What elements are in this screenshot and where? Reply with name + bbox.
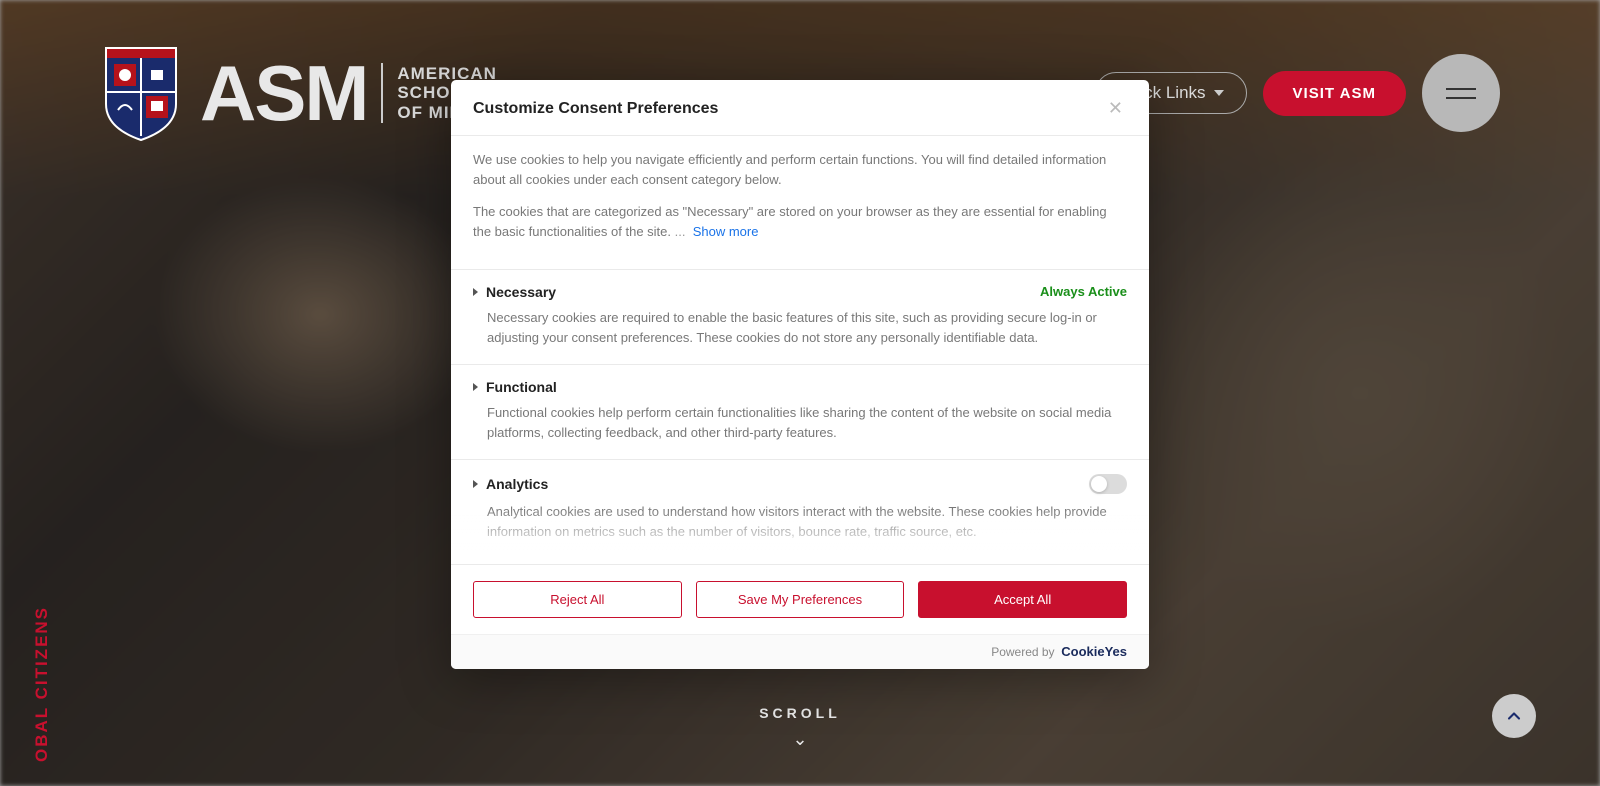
category-toggle-header[interactable]: Analytics bbox=[473, 476, 548, 492]
consent-modal: Customize Consent Preferences ✕ We use c… bbox=[451, 80, 1149, 669]
accept-all-button[interactable]: Accept All bbox=[918, 581, 1127, 618]
modal-header: Customize Consent Preferences ✕ bbox=[451, 80, 1149, 136]
category-functional: Functional Functional cookies help perfo… bbox=[451, 365, 1149, 460]
close-icon: ✕ bbox=[1108, 98, 1123, 118]
modal-title: Customize Consent Preferences bbox=[473, 100, 718, 118]
category-performance: Performance Performance cookies are used… bbox=[451, 559, 1149, 564]
category-analytics: Analytics Analytical cookies are used to… bbox=[451, 460, 1149, 559]
category-desc: Analytical cookies are used to understan… bbox=[473, 494, 1127, 542]
category-desc: Necessary cookies are required to enable… bbox=[473, 300, 1127, 348]
category-title: Functional bbox=[486, 379, 557, 395]
menu-icon bbox=[1446, 88, 1476, 90]
chevron-up-icon bbox=[1504, 706, 1524, 726]
header-nav: Quick Links VISIT ASM bbox=[1095, 54, 1500, 132]
visit-asm-button[interactable]: VISIT ASM bbox=[1263, 71, 1406, 116]
scroll-label: SCROLL bbox=[759, 705, 841, 721]
category-necessary: Necessary Always Active Necessary cookie… bbox=[451, 270, 1149, 365]
powered-by: Powered by CookieYes bbox=[451, 634, 1149, 669]
chevron-right-icon bbox=[473, 383, 478, 391]
modal-description: We use cookies to help you navigate effi… bbox=[451, 136, 1149, 270]
category-toggle-header[interactable]: Necessary bbox=[473, 284, 556, 300]
brand[interactable]: ASM AMERICAN SCHOOL OF MILAN bbox=[100, 44, 497, 142]
chevron-down-icon: ⌄ bbox=[759, 729, 841, 750]
show-more-link[interactable]: Show more bbox=[693, 224, 759, 239]
always-active-label: Always Active bbox=[1040, 284, 1127, 299]
modal-footer: Reject All Save My Preferences Accept Al… bbox=[451, 564, 1149, 634]
category-title: Analytics bbox=[486, 476, 548, 492]
school-crest-icon bbox=[100, 44, 182, 142]
caret-down-icon bbox=[1214, 90, 1224, 96]
save-preferences-button[interactable]: Save My Preferences bbox=[696, 581, 905, 618]
category-toggle-header[interactable]: Functional bbox=[473, 379, 557, 395]
category-title: Necessary bbox=[486, 284, 556, 300]
logo-divider bbox=[381, 63, 383, 123]
chevron-right-icon bbox=[473, 288, 478, 296]
reject-all-button[interactable]: Reject All bbox=[473, 581, 682, 618]
close-button[interactable]: ✕ bbox=[1104, 98, 1127, 119]
chevron-right-icon bbox=[473, 480, 478, 488]
scroll-to-top-button[interactable] bbox=[1492, 694, 1536, 738]
scroll-indicator[interactable]: SCROLL ⌄ bbox=[759, 705, 841, 750]
analytics-toggle[interactable] bbox=[1089, 474, 1127, 494]
category-desc: Functional cookies help perform certain … bbox=[473, 395, 1127, 443]
menu-button[interactable] bbox=[1422, 54, 1500, 132]
vertical-slogan: OBAL CITIZENS bbox=[32, 606, 52, 762]
modal-body[interactable]: We use cookies to help you navigate effi… bbox=[451, 136, 1149, 564]
logo-acronym: ASM bbox=[200, 48, 367, 139]
